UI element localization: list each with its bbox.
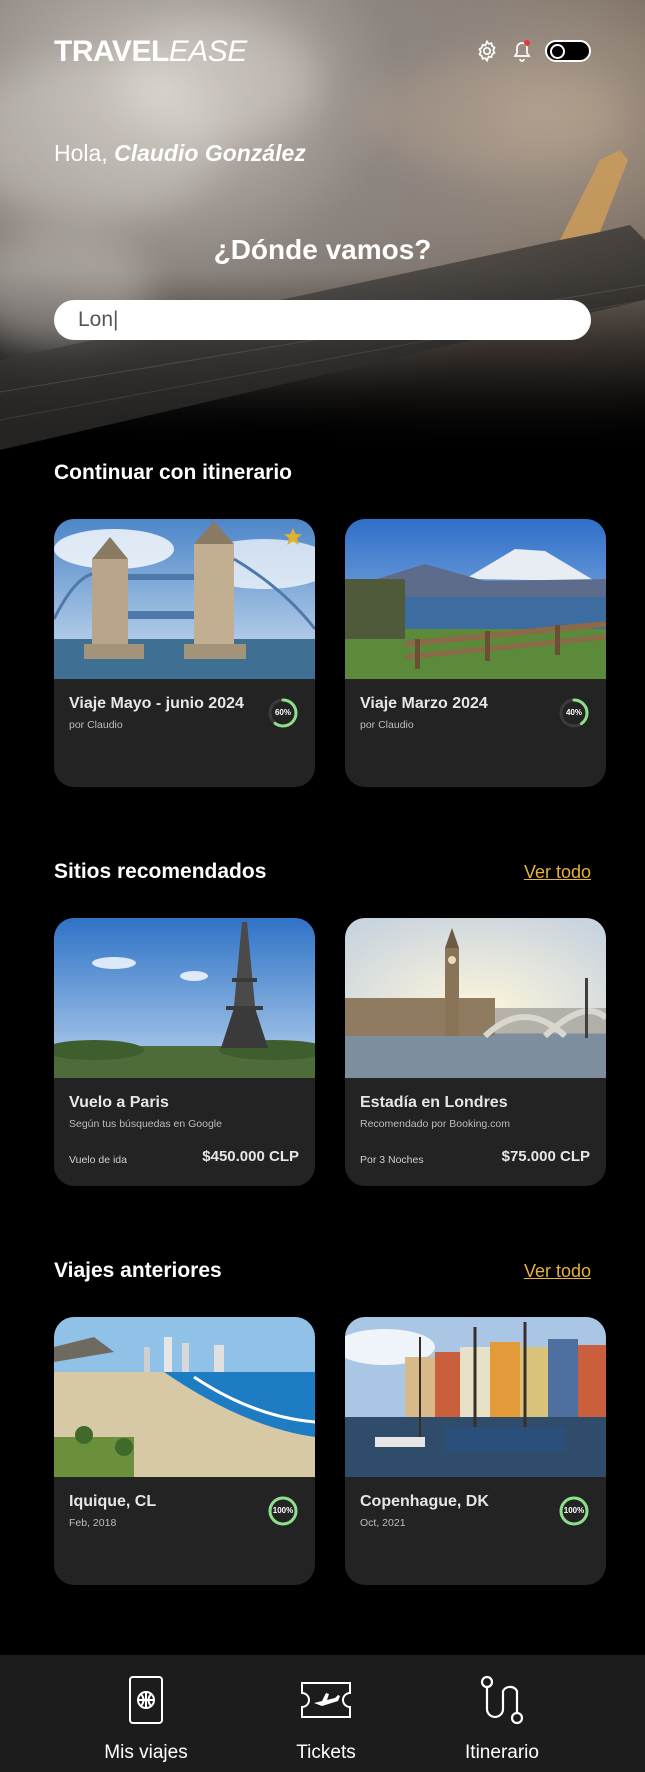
previous-see-all-link[interactable]: Ver todo [524,1261,591,1282]
card-meta: Vuelo de ida [69,1154,127,1166]
passport-icon [128,1675,164,1730]
previous-trip-card[interactable]: Copenhague, DK Oct, 2021 100% [345,1317,606,1585]
bottom-navigation: Mis viajes Tickets Itinerario [0,1655,645,1772]
itinerary-card[interactable]: Viaje Mayo - junio 2024 por Claudio 60% [54,519,315,787]
notification-bell-icon[interactable] [509,38,535,64]
card-price: $450.000 CLP [202,1148,299,1165]
card-title: Viaje Mayo - junio 2024 [69,695,244,712]
card-source: Según tus búsquedas en Google [69,1118,222,1130]
card-title: Estadía en Londres [360,1094,508,1111]
card-title: Viaje Marzo 2024 [360,695,488,712]
nav-label: Mis viajes [104,1742,188,1763]
nav-label: Tickets [296,1742,356,1763]
card-date: Oct, 2021 [360,1517,406,1529]
previous-trip-card[interactable]: Iquique, CL Feb, 2018 100% [54,1317,315,1585]
destination-question: ¿Dónde vamos? [213,234,432,265]
card-meta: Por 3 Noches [360,1154,424,1166]
itinerary-card[interactable]: Viaje Marzo 2024 por Claudio 40% [345,519,606,787]
card-price: $75.000 CLP [501,1148,590,1165]
progress-ring: 40% [558,697,590,729]
card-title: Iquique, CL [69,1493,157,1510]
recommended-section-title: Sitios recomendados [54,860,267,883]
progress-label: 100% [272,1506,294,1515]
card-date: Feb, 2018 [69,1517,117,1529]
harbor-houses-image [345,1317,606,1477]
settings-gear-icon[interactable] [474,38,500,64]
card-author: por Claudio [360,719,414,731]
previous-section-title: Viajes anteriores [54,1259,222,1282]
progress-ring: 100% [558,1495,590,1527]
ticket-icon [300,1681,352,1724]
progress-label: 60% [274,708,291,717]
recommended-card[interactable]: Vuelo a Paris Según tus búsquedas en Goo… [54,918,315,1186]
big-ben-image [345,918,606,1078]
card-author: por Claudio [69,719,123,731]
favorite-star-icon[interactable] [283,527,303,547]
card-title: Copenhague, DK [360,1493,489,1510]
progress-ring: 60% [267,697,299,729]
recommended-see-all-link[interactable]: Ver todo [524,862,591,883]
card-source: Recomendado por Booking.com [360,1118,511,1130]
recommended-card[interactable]: Estadía en Londres Recomendado por Booki… [345,918,606,1186]
top-bar: TRAVELEASE [54,35,591,68]
progress-ring: 100% [267,1495,299,1527]
nav-label: Itinerario [465,1742,539,1763]
beach-city-image [54,1317,315,1477]
greeting: Hola, Claudio González [54,140,306,166]
toggle-knob [550,44,565,59]
card-title: Vuelo a Paris [69,1094,169,1111]
app-logo: TRAVELEASE [54,35,247,68]
eiffel-tower-image [54,918,315,1078]
route-icon [480,1675,524,1730]
theme-toggle[interactable] [545,40,591,62]
itinerary-section-title: Continuar con itinerario [54,461,293,484]
tower-bridge-image [54,519,315,679]
nav-item-mis-viajes[interactable]: Mis viajes [66,1655,226,1772]
destination-search-input[interactable] [54,300,591,340]
nav-item-tickets[interactable]: Tickets [246,1655,406,1772]
progress-label: 100% [563,1506,585,1515]
volcano-lake-image [345,519,606,679]
progress-label: 40% [565,708,582,717]
hero-banner: TRAVELEASE Hola, Claudio González ¿Dónde… [0,0,645,450]
nav-item-itinerario[interactable]: Itinerario [422,1655,582,1772]
